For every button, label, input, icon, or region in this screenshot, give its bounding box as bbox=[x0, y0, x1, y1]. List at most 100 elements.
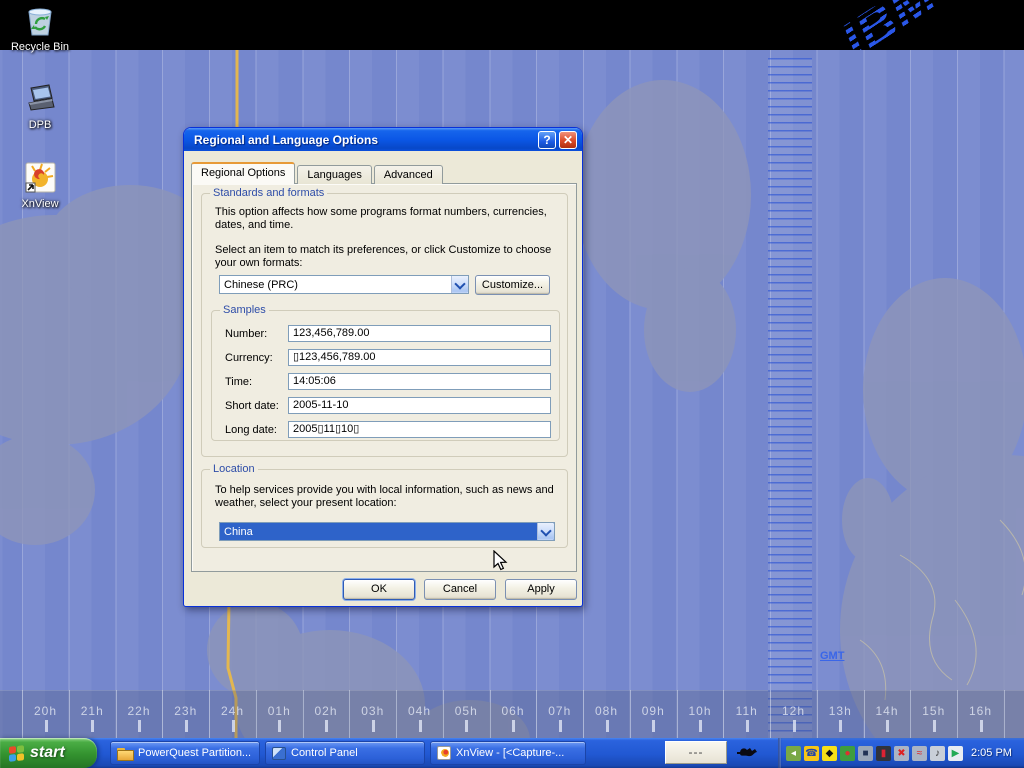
timezone-label: 10h bbox=[683, 704, 717, 718]
location-dropdown[interactable]: China bbox=[219, 522, 555, 541]
timezone-tick bbox=[652, 720, 655, 732]
timezone-tick bbox=[699, 720, 702, 732]
apply-button[interactable]: Apply bbox=[505, 579, 577, 600]
timezone-tick bbox=[839, 720, 842, 732]
timezone-separator bbox=[22, 690, 23, 738]
timezone-tick bbox=[746, 720, 749, 732]
timezone-label: 11h bbox=[730, 704, 764, 718]
standards-hint: Select an item to match its preferences,… bbox=[215, 244, 569, 270]
desktop-icon-dpb[interactable]: DPB bbox=[2, 82, 78, 131]
group-caption: Location bbox=[210, 463, 258, 475]
timezone-tick bbox=[278, 720, 281, 732]
format-dropdown-value: Chinese (PRC) bbox=[224, 278, 448, 292]
tab-languages[interactable]: Languages bbox=[297, 165, 371, 184]
timezone-tick bbox=[372, 720, 375, 732]
tab-regional-options[interactable]: Regional Options bbox=[191, 162, 295, 184]
timezone-separator bbox=[69, 690, 70, 738]
xnview-icon bbox=[23, 161, 57, 195]
power-plug-icon bbox=[737, 744, 759, 767]
timezone-tick bbox=[185, 720, 188, 732]
timezone-tick bbox=[91, 720, 94, 732]
sample-label-number: Number: bbox=[225, 328, 267, 340]
timezone-separator bbox=[957, 690, 958, 738]
local-network-icon[interactable]: ■ bbox=[858, 746, 873, 761]
location-group: Location To help services provide you wi… bbox=[201, 469, 568, 548]
timezone-separator bbox=[396, 690, 397, 738]
standards-and-formats-group: Standards and formats This option affect… bbox=[201, 193, 568, 457]
xnview-icon bbox=[437, 746, 451, 760]
timezone-tick bbox=[45, 720, 48, 732]
timezone-label: 23h bbox=[169, 704, 203, 718]
regional-and-language-options-dialog: Regional and Language Options ? ✕ Region… bbox=[183, 127, 583, 607]
desktop-icon-xnview[interactable]: XnView bbox=[2, 161, 78, 210]
sample-value-time: 14:05:06 bbox=[288, 373, 551, 390]
timezone-separator bbox=[630, 690, 631, 738]
timezone-separator bbox=[1004, 690, 1005, 738]
timezone-separator bbox=[770, 690, 771, 738]
network-disconnected-icon[interactable]: ✖ bbox=[894, 746, 909, 761]
desktop-icon-label: DPB bbox=[2, 119, 78, 131]
control-panel-icon bbox=[272, 747, 286, 760]
timezone-label: 08h bbox=[590, 704, 624, 718]
timezone-separator bbox=[116, 690, 117, 738]
sample-value-short-date: 2005-11-10 bbox=[288, 397, 551, 414]
close-button[interactable]: ✕ bbox=[559, 131, 577, 149]
timezone-label: 01h bbox=[262, 704, 296, 718]
standards-description: This option affects how some programs fo… bbox=[215, 206, 567, 232]
timezone-tick bbox=[606, 720, 609, 732]
language-indicator[interactable]: --- bbox=[665, 741, 727, 764]
customize-button[interactable]: Customize... bbox=[475, 275, 550, 295]
dialog-tabs: Regional Options Languages Advanced bbox=[191, 163, 445, 184]
timezone-tick bbox=[465, 720, 468, 732]
desktop-icon-recycle-bin[interactable]: Recycle Bin bbox=[2, 4, 78, 53]
timezone-separator bbox=[443, 690, 444, 738]
samples-group: Samples Number: 123,456,789.00 Currency:… bbox=[211, 310, 560, 441]
sample-label-short-date: Short date: bbox=[225, 400, 279, 412]
dialog-title: Regional and Language Options bbox=[194, 133, 535, 147]
timezone-separator bbox=[162, 690, 163, 738]
safely-remove-hardware-icon[interactable]: ◂ bbox=[786, 746, 801, 761]
format-dropdown[interactable]: Chinese (PRC) bbox=[219, 275, 469, 294]
timezone-tick bbox=[512, 720, 515, 732]
desktop-icon-label: XnView bbox=[2, 198, 78, 210]
group-caption: Standards and formats bbox=[210, 187, 327, 199]
taskbar-button-control-panel[interactable]: Control Panel bbox=[265, 741, 425, 765]
ok-button[interactable]: OK bbox=[343, 579, 415, 600]
taskbar-button-label: Control Panel bbox=[291, 747, 358, 759]
signal-strength-icon[interactable]: ▮ bbox=[876, 746, 891, 761]
timezone-label: 15h bbox=[917, 704, 951, 718]
timezone-label: 03h bbox=[356, 704, 390, 718]
ibm-message-center-icon[interactable]: ▶ bbox=[948, 746, 963, 761]
tab-advanced[interactable]: Advanced bbox=[374, 165, 443, 184]
timezone-label: 13h bbox=[823, 704, 857, 718]
timezone-label: 20h bbox=[29, 704, 63, 718]
timezone-label: 14h bbox=[870, 704, 904, 718]
ibm-logo: IBM bbox=[815, 0, 981, 50]
timezone-scale: 20h21h22h23h24h01h02h03h04h05h06h07h08h0… bbox=[0, 690, 1024, 738]
timezone-tick bbox=[232, 720, 235, 732]
cancel-button[interactable]: Cancel bbox=[424, 579, 496, 600]
timezone-label: 16h bbox=[964, 704, 998, 718]
dialog-titlebar[interactable]: Regional and Language Options ? ✕ bbox=[184, 128, 582, 151]
support-phone-icon[interactable]: ☎ bbox=[804, 746, 819, 761]
folder-icon bbox=[117, 746, 133, 760]
taskbar-clock: 2:05 PM bbox=[971, 747, 1012, 759]
chevron-down-icon[interactable] bbox=[537, 523, 554, 540]
timezone-separator bbox=[817, 690, 818, 738]
chevron-down-icon[interactable] bbox=[451, 276, 468, 293]
taskbar-button-xnview[interactable]: XnView - [<Capture-... bbox=[430, 741, 586, 765]
timezone-tick bbox=[325, 720, 328, 732]
help-button[interactable]: ? bbox=[538, 131, 556, 149]
taskbar-button-powerquest[interactable]: PowerQuest Partition... bbox=[110, 741, 260, 765]
timezone-separator bbox=[256, 690, 257, 738]
antivirus-status-icon[interactable]: ● bbox=[840, 746, 855, 761]
volume-icon[interactable]: ♪ bbox=[930, 746, 945, 761]
timezone-label: 05h bbox=[449, 704, 483, 718]
taskbar-button-label: PowerQuest Partition... bbox=[138, 747, 251, 759]
timezone-label: 09h bbox=[636, 704, 670, 718]
start-button[interactable]: start bbox=[0, 738, 97, 768]
timezone-separator bbox=[209, 690, 210, 738]
wireless-network-off-icon[interactable]: ≈ bbox=[912, 746, 927, 761]
timezone-label: 21h bbox=[75, 704, 109, 718]
automatic-updates-icon[interactable]: ◆ bbox=[822, 746, 837, 761]
